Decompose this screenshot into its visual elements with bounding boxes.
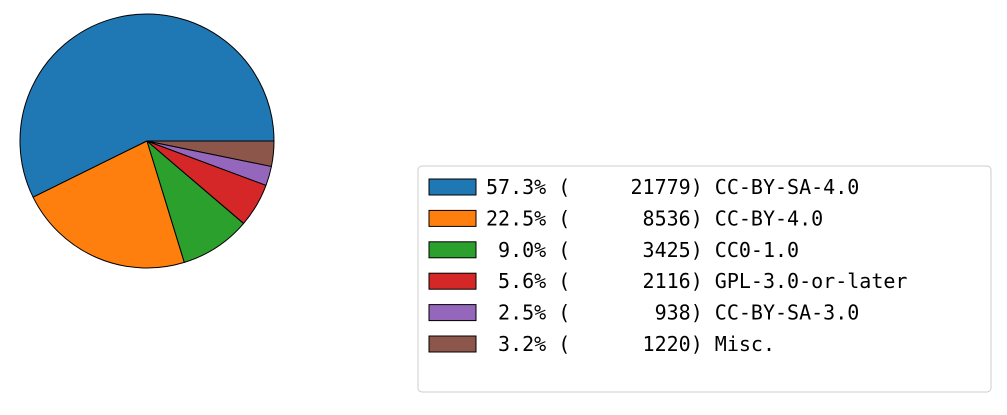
legend-label-cc-by-sa-4-0: 57.3% ( 21779) CC-BY-SA-4.0 bbox=[486, 175, 859, 199]
legend-swatch-cc0-1-0 bbox=[428, 241, 477, 259]
license-pie-chart: 57.3% ( 21779) CC-BY-SA-4.0 22.5% ( 8536)… bbox=[19, 13, 992, 393]
legend-label-cc-by-4-0: 22.5% ( 8536) CC-BY-4.0 bbox=[486, 206, 823, 230]
legend-label-gpl-3-0-or-later: 5.6% ( 2116) GPL-3.0-or-later bbox=[486, 269, 907, 293]
legend-swatch-gpl-3-0-or-later bbox=[428, 272, 477, 290]
pie bbox=[19, 13, 275, 269]
legend-label-misc: 3.2% ( 1220) Misc. bbox=[486, 332, 775, 356]
legend-swatch-cc-by-sa-3-0 bbox=[428, 304, 477, 322]
legend-swatch-misc bbox=[428, 335, 477, 353]
legend-swatch-cc-by-4-0 bbox=[428, 209, 477, 227]
legend-label-cc-by-sa-3-0: 2.5% ( 938) CC-BY-SA-3.0 bbox=[486, 301, 859, 325]
legend-label-cc0-1-0: 9.0% ( 3425) CC0-1.0 bbox=[486, 238, 799, 262]
legend-swatch-cc-by-sa-4-0 bbox=[428, 178, 477, 196]
legend: 57.3% ( 21779) CC-BY-SA-4.0 22.5% ( 8536)… bbox=[417, 165, 992, 393]
